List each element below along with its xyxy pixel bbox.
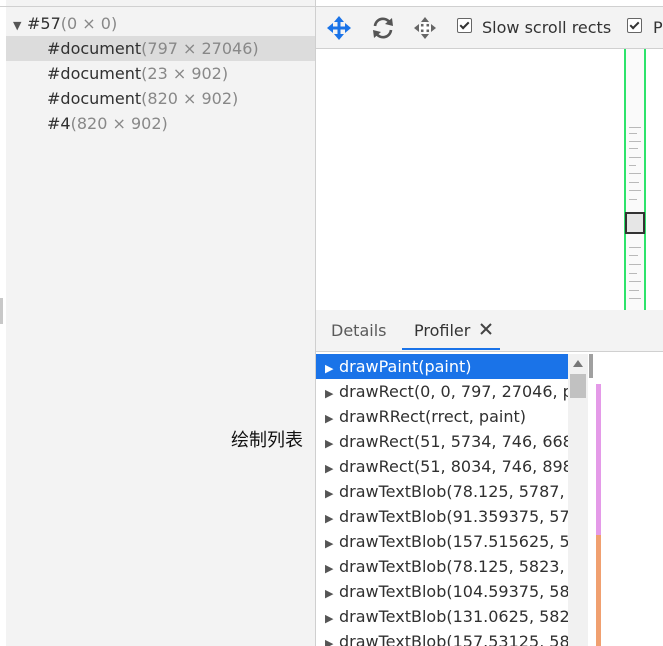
log-item[interactable]: ▶drawTextBlob(78.125, 5823, paint) <box>316 554 568 579</box>
expand-triangle-icon[interactable]: ▶ <box>325 506 339 531</box>
log-item[interactable]: ▶drawTextBlob(131.0625, 5823, paint) <box>316 604 568 629</box>
slow-scroll-rects-label: Slow scroll rects <box>482 18 612 37</box>
expand-triangle-icon[interactable]: ▶ <box>325 406 339 431</box>
log-item-label: drawRect(51, 8034, 746, 8989, paint) <box>339 457 568 476</box>
scroll-up-arrow-icon[interactable] <box>573 360 583 367</box>
pane-resize-handle[interactable] <box>0 298 3 324</box>
tree-row-name: #document <box>47 89 142 108</box>
log-item[interactable]: ▶drawRect(51, 5734, 746, 6689, paint) <box>316 429 568 454</box>
log-item[interactable]: ▶drawTextBlob(78.125, 5787, paint) <box>316 479 568 504</box>
reset-transform-button[interactable] <box>412 15 438 41</box>
details-tabbar: Details Profiler <box>316 310 663 352</box>
log-item[interactable]: ▶ drawPaint(paint) <box>316 354 568 379</box>
close-icon[interactable] <box>479 322 493 336</box>
log-item[interactable]: ▶drawTextBlob(104.59375, 5823, paint) <box>316 579 568 604</box>
log-item-label: drawTextBlob(157.515625, 5787, paint) <box>339 532 568 551</box>
paint-list-annotation: 绘制列表 <box>231 426 303 452</box>
active-tab-indicator <box>402 348 500 350</box>
log-item-label: drawPaint(paint) <box>339 357 472 376</box>
expand-triangle-icon[interactable]: ▶ <box>325 606 339 631</box>
log-item[interactable]: ▶drawRect(51, 8034, 746, 8989, paint) <box>316 454 568 479</box>
log-item-label: drawTextBlob(157.53125, 5823, paint) <box>339 632 568 646</box>
tree-row-size: (0 × 0) <box>60 14 118 33</box>
layer-tree-pane: ▼ #57(0 × 0) #document(797 × 27046) #docu… <box>6 0 316 646</box>
log-item[interactable]: ▶drawTextBlob(157.53125, 5823, paint) <box>316 629 568 646</box>
paints-label: P <box>653 18 663 37</box>
reset-transform-icon <box>414 17 436 39</box>
log-item-label: drawTextBlob(104.59375, 5823, paint) <box>339 582 568 601</box>
text-timing-bar <box>596 535 601 646</box>
log-item-label: drawTextBlob(91.359375, 5787, paint) <box>339 507 568 526</box>
expand-triangle-icon[interactable]: ▶ <box>325 556 339 581</box>
log-item-label: drawTextBlob(131.0625, 5823, paint) <box>339 607 568 626</box>
tree-row-size: (23 × 902) <box>141 64 229 83</box>
expand-triangle-icon[interactable]: ▶ <box>325 531 339 556</box>
tree-row-size: (820 × 902) <box>141 89 239 108</box>
tree-row-name: #document <box>47 39 142 58</box>
tab-profiler[interactable]: Profiler <box>414 310 470 350</box>
log-item-label: drawRect(0, 0, 797, 27046, paint) <box>339 382 568 401</box>
paints-checkbox[interactable] <box>627 18 642 33</box>
rotate-icon <box>373 17 393 39</box>
tree-row-name: #document <box>47 64 142 83</box>
rotate-mode-button[interactable] <box>370 15 396 41</box>
paint-command-log[interactable]: ▶ drawPaint(paint) ▶ drawRect(0, 0, 797, 2… <box>316 354 568 646</box>
expand-triangle-icon[interactable]: ▶ <box>325 456 339 481</box>
log-item-label: drawTextBlob(78.125, 5823, paint) <box>339 557 568 576</box>
timeline-cursor <box>589 354 593 378</box>
tree-row-root[interactable]: ▼ #57(0 × 0) <box>6 11 316 36</box>
log-item-label: drawRect(51, 5734, 746, 6689, paint) <box>339 432 568 451</box>
tree-row-document-scrollbar[interactable]: #document(23 × 902) <box>6 61 316 86</box>
tree-row-size: (820 × 902) <box>70 114 168 133</box>
expand-triangle-icon[interactable]: ▶ <box>325 431 339 456</box>
log-scrollbar[interactable] <box>568 354 588 646</box>
log-item[interactable]: ▶ drawRRect(rrect, paint) <box>316 404 568 429</box>
log-item[interactable]: ▶drawTextBlob(157.515625, 5787, paint) <box>316 529 568 554</box>
viewport-indicator[interactable] <box>625 212 645 234</box>
tab-details[interactable]: Details <box>331 310 386 350</box>
tree-row-layer-4[interactable]: #4(820 × 902) <box>6 111 316 136</box>
expand-triangle-icon[interactable]: ▶ <box>325 481 339 506</box>
log-item[interactable]: ▶drawTextBlob(91.359375, 5787, paint) <box>316 504 568 529</box>
paint-timing-bar <box>596 384 601 535</box>
log-item[interactable]: ▶drawRect(0, 0, 797, 27046, paint) <box>316 379 568 404</box>
pan-mode-button[interactable] <box>326 15 352 41</box>
expand-triangle-icon[interactable]: ▶ <box>325 581 339 606</box>
tree-row-document-root[interactable]: #document(820 × 902) <box>6 86 316 111</box>
layers-toolbar: Slow scroll rects P <box>316 7 663 49</box>
layer-tree: ▼ #57(0 × 0) #document(797 × 27046) #docu… <box>6 11 316 136</box>
scrollbar-thumb[interactable] <box>570 374 586 398</box>
slow-scroll-rects-checkbox[interactable] <box>457 18 472 33</box>
expand-triangle-icon[interactable]: ▶ <box>325 381 339 406</box>
tree-row-document-main[interactable]: #document(797 × 27046) <box>6 36 316 61</box>
document-thumbnail[interactable] <box>624 49 646 310</box>
move-arrows-icon <box>327 16 351 40</box>
log-item-label: drawRRect(rrect, paint) <box>339 407 526 426</box>
expand-triangle-icon[interactable]: ▼ <box>13 13 27 38</box>
layer-preview-canvas[interactable] <box>316 49 663 310</box>
expand-triangle-icon[interactable]: ▶ <box>325 631 339 646</box>
tree-row-name: #57 <box>27 14 61 33</box>
log-item-label: drawTextBlob(78.125, 5787, paint) <box>339 482 568 501</box>
expand-triangle-icon[interactable]: ▶ <box>325 356 339 381</box>
tree-row-name: #4 <box>47 114 71 133</box>
tree-row-size: (797 × 27046) <box>141 39 259 58</box>
